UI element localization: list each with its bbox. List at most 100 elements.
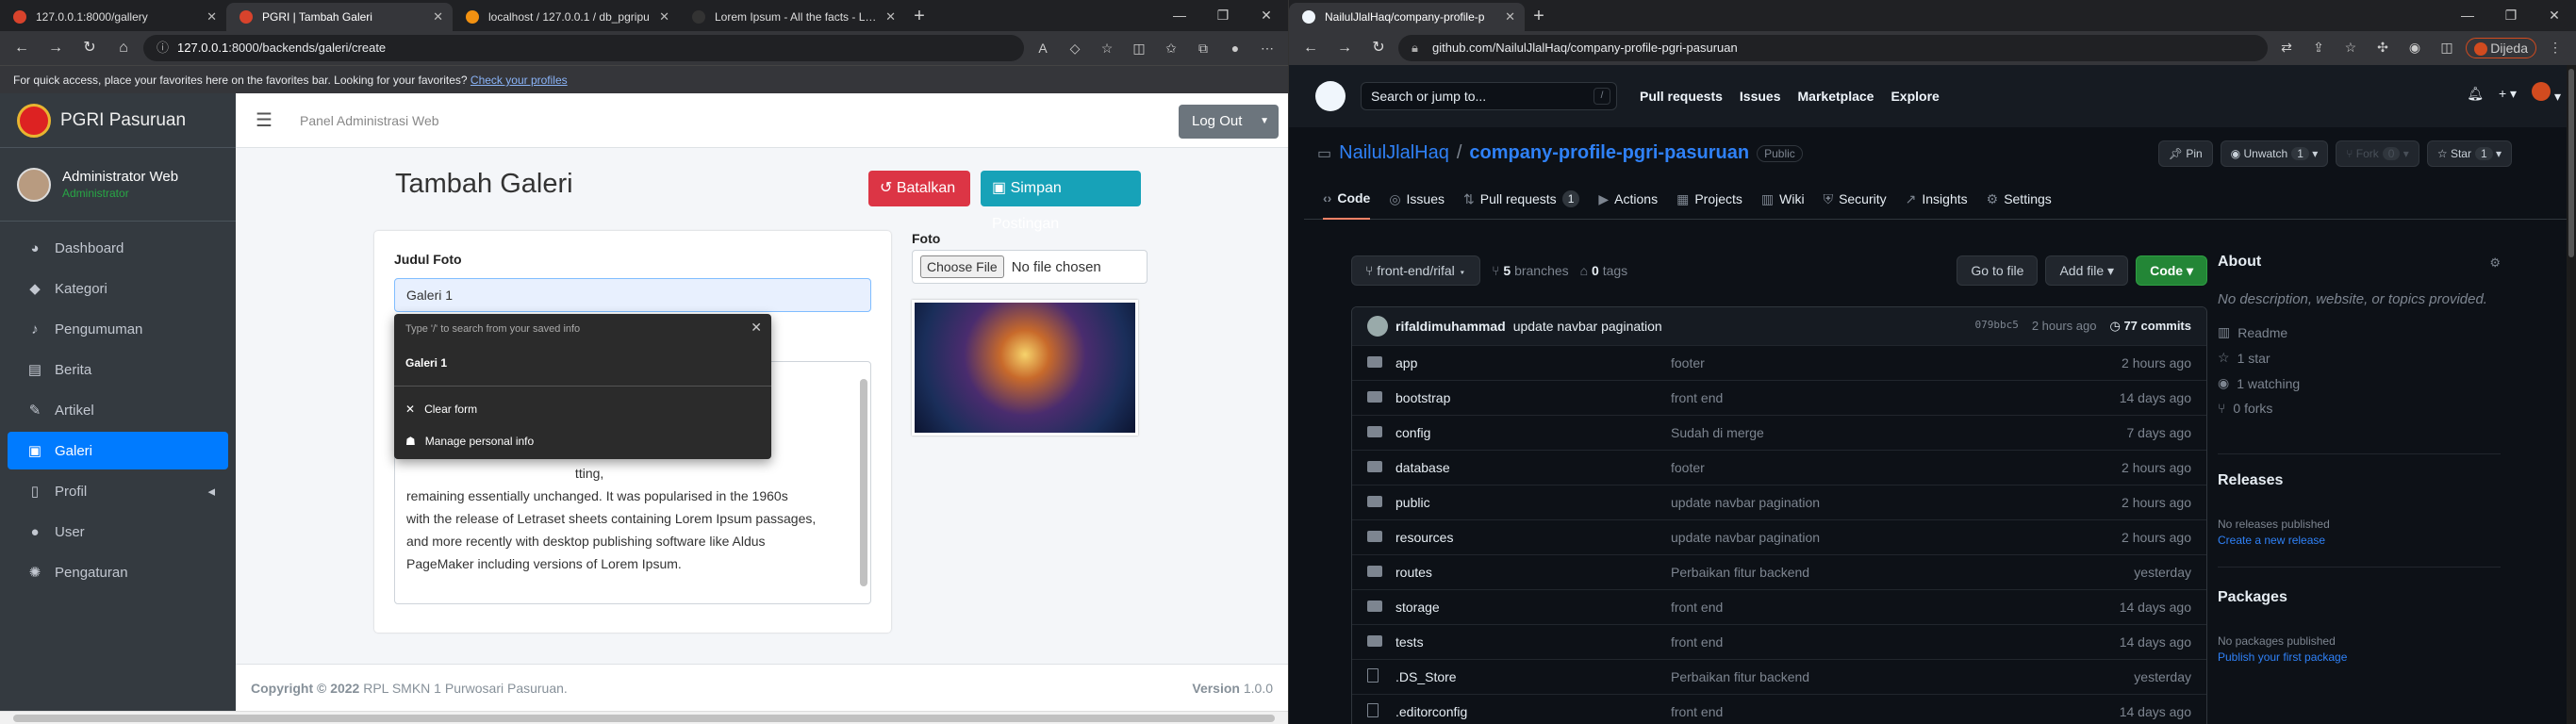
add-file-button[interactable]: Add file ▾ xyxy=(2045,255,2129,286)
scrollbar-thumb[interactable] xyxy=(2568,69,2574,257)
close-icon[interactable]: ✕ xyxy=(885,3,896,31)
textarea-scrollbar[interactable] xyxy=(859,366,868,598)
table-row[interactable]: routes Perbaikan fitur backend yesterday xyxy=(1352,554,2206,589)
forward-icon[interactable]: → xyxy=(41,35,70,61)
file-name[interactable]: public xyxy=(1395,495,1671,510)
close-icon[interactable]: ✕ xyxy=(659,3,669,31)
repo-owner-link[interactable]: NailulJlalHaq xyxy=(1339,142,1449,164)
autofill-suggestion[interactable]: Galeri 1 xyxy=(405,356,447,370)
caret-down-icon[interactable]: ▼ xyxy=(1260,105,1269,139)
commit-msg[interactable]: Perbaikan fitur backend xyxy=(1671,669,2134,684)
tab-insights[interactable]: ↗ Insights xyxy=(1906,178,1968,220)
check-profiles-link[interactable]: Check your profiles xyxy=(471,74,568,87)
photo-title-input[interactable]: Galeri 1 xyxy=(394,278,871,312)
commit-msg[interactable]: front end xyxy=(1671,390,2120,405)
table-row[interactable]: tests front end 14 days ago xyxy=(1352,624,2206,659)
file-name[interactable]: storage xyxy=(1395,600,1671,615)
file-name[interactable]: app xyxy=(1395,355,1671,370)
hamburger-menu-icon[interactable]: ☰ xyxy=(236,108,292,132)
commit-msg[interactable]: front end xyxy=(1671,634,2120,650)
commit-msg[interactable]: update navbar pagination xyxy=(1671,495,2122,510)
share-icon[interactable]: ⇪ xyxy=(2305,40,2332,56)
create-release-link[interactable]: Create a new release xyxy=(2218,534,2325,547)
tab-pull-requests[interactable]: ⇅ Pull requests 1 xyxy=(1463,178,1580,220)
nav-issues[interactable]: Issues xyxy=(1740,89,1781,104)
user-menu[interactable]: ▾ xyxy=(2532,82,2561,105)
logout-button[interactable]: Log Out ▼ xyxy=(1179,105,1279,139)
tab-phpmyadmin[interactable]: localhost / 127.0.0.1 / db_pgripu ✕ xyxy=(453,3,679,31)
commit-msg[interactable]: Sudah di merge xyxy=(1671,425,2127,440)
choose-file-button[interactable]: Choose File xyxy=(920,255,1004,278)
reload-icon[interactable]: ↻ xyxy=(75,35,104,61)
tab-actions[interactable]: ▶ Actions xyxy=(1598,178,1658,220)
close-icon[interactable]: ✕ xyxy=(206,3,217,31)
table-row[interactable]: bootstrap front end 14 days ago xyxy=(1352,380,2206,415)
file-name[interactable]: routes xyxy=(1395,565,1671,580)
plus-dropdown-icon[interactable]: + ▾ xyxy=(2499,86,2517,102)
url-field[interactable]: ⓘ 127.0.0.1:8000/backends/galeri/create xyxy=(143,35,1024,61)
back-icon[interactable]: ← xyxy=(8,35,36,61)
vertical-scrollbar[interactable] xyxy=(2567,65,2576,724)
brand-link[interactable]: PGRI Pasuruan xyxy=(0,93,236,148)
table-row[interactable]: app footer 2 hours ago xyxy=(1352,345,2206,380)
extensions-icon[interactable]: ◇ xyxy=(1062,41,1088,57)
scrollbar-thumb[interactable] xyxy=(13,715,1275,722)
tab-projects[interactable]: ▦ Projects xyxy=(1676,178,1742,220)
search-input[interactable]: Search or jump to... / xyxy=(1361,82,1617,110)
more-menu-icon[interactable]: ⋯ xyxy=(1254,41,1280,57)
minimize-icon[interactable]: — xyxy=(2446,0,2489,31)
side-panel-icon[interactable]: ◫ xyxy=(2434,40,2460,56)
collections-icon[interactable]: ⧉ xyxy=(1190,41,1216,57)
file-name[interactable]: .editorconfig xyxy=(1395,704,1671,719)
table-row[interactable]: config Sudah di merge 7 days ago xyxy=(1352,415,2206,450)
commit-msg[interactable]: update navbar pagination xyxy=(1671,530,2122,545)
restore-icon[interactable]: ❐ xyxy=(1201,0,1245,31)
pin-button[interactable]: 📌︎ Pin xyxy=(2157,140,2213,167)
close-icon[interactable]: ✕ xyxy=(751,320,762,336)
profile-avatar[interactable]: ● xyxy=(1222,41,1248,56)
close-icon[interactable]: ✕ xyxy=(1505,3,1515,31)
commit-msg[interactable]: footer xyxy=(1671,460,2122,475)
read-aloud-icon[interactable]: A xyxy=(1030,41,1056,56)
commit-author[interactable]: rifaldimuhammad xyxy=(1395,319,1506,334)
tab-code[interactable]: ‹› Code xyxy=(1323,178,1371,220)
info-icon[interactable]: ⓘ xyxy=(157,35,169,61)
table-row[interactable]: resources update navbar pagination 2 hours… xyxy=(1352,519,2206,554)
cancel-button[interactable]: ↺ Batalkan xyxy=(868,171,970,206)
split-screen-icon[interactable]: ◫ xyxy=(1126,41,1152,57)
sidebar-item-artikel[interactable]: ✎ Artikel xyxy=(8,391,228,429)
nav-pull-requests[interactable]: Pull requests xyxy=(1640,89,1723,104)
nav-explore[interactable]: Explore xyxy=(1891,89,1939,104)
sidebar-item-galeri[interactable]: ▣ Galeri xyxy=(8,432,228,469)
file-name[interactable]: .DS_Store xyxy=(1395,669,1671,684)
table-row[interactable]: storage front end 14 days ago xyxy=(1352,589,2206,624)
commit-message[interactable]: update navbar pagination xyxy=(1513,319,1662,334)
tab-github[interactable]: NailulJlalHaq/company-profile-p ✕ xyxy=(1289,3,1525,31)
packages-title[interactable]: Packages xyxy=(2218,589,2287,606)
horizontal-scrollbar[interactable] xyxy=(0,711,1288,724)
file-name[interactable]: tests xyxy=(1395,634,1671,650)
bell-icon[interactable]: 🔔︎ xyxy=(2467,86,2484,102)
history-link[interactable]: ◷ 77 commits xyxy=(2109,319,2191,334)
save-post-button[interactable]: ▣ Simpan Postingan xyxy=(981,171,1141,232)
file-name[interactable]: config xyxy=(1395,425,1671,440)
commit-msg[interactable]: front end xyxy=(1671,600,2120,615)
star-button[interactable]: ☆ Star 1 ▾ xyxy=(2426,140,2512,167)
stars-link[interactable]: ☆ 1 star xyxy=(2218,350,2501,366)
tab-gallery[interactable]: 127.0.0.1:8000/gallery ✕ xyxy=(0,3,226,31)
go-to-file-button[interactable]: Go to file xyxy=(1957,255,2039,286)
table-row[interactable]: public update navbar pagination 2 hours ag… xyxy=(1352,485,2206,519)
tab-tambah-galeri[interactable]: PGRI | Tambah Galeri ✕ xyxy=(226,3,453,31)
commit-msg[interactable]: Perbaikan fitur backend xyxy=(1671,565,2134,580)
avatar[interactable] xyxy=(1367,316,1388,337)
tab-lorem-ipsum[interactable]: Lorem Ipsum - All the facts - Lipsu ✕ xyxy=(679,3,905,31)
github-logo-icon[interactable] xyxy=(1315,81,1346,111)
tab-issues[interactable]: ◎ Issues xyxy=(1389,178,1445,220)
bookmark-star-icon[interactable]: ☆ xyxy=(2337,40,2364,56)
branches-link[interactable]: ⑂ 5 branches xyxy=(1492,263,1569,278)
reload-icon[interactable]: ↻ xyxy=(1364,35,1393,61)
clear-form-option[interactable]: ✕ Clear form xyxy=(405,403,477,416)
close-window-icon[interactable]: ✕ xyxy=(1245,0,1288,31)
sidebar-item-dashboard[interactable]: ◕ Dashboard xyxy=(8,229,228,267)
minimize-icon[interactable]: — xyxy=(1158,0,1201,31)
